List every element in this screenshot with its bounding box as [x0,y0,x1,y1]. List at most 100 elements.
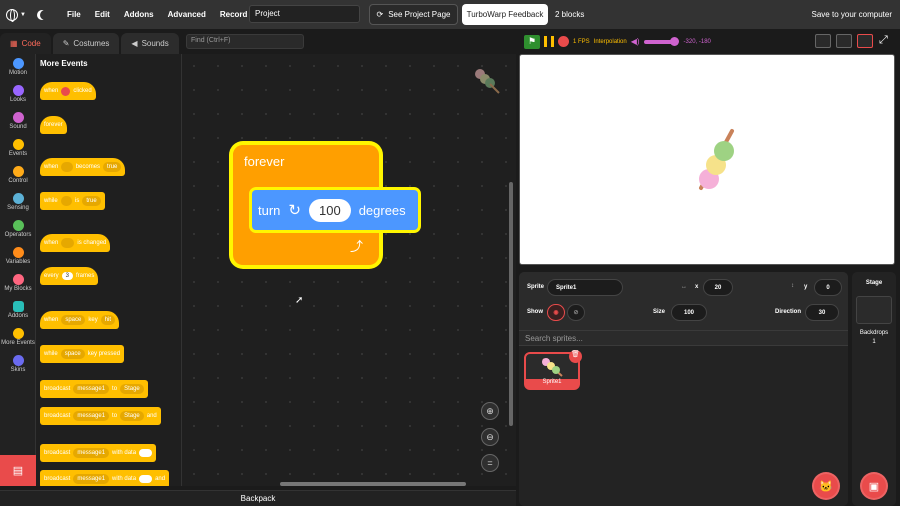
degrees-input[interactable]: 100 [308,198,351,222]
pause-button[interactable] [544,36,554,47]
script-workspace[interactable]: forever turn ↻ 100 degrees ⤴ ➚ ⊕ ⊖ = [182,54,516,486]
volume-icon[interactable]: ◀) [631,37,640,46]
zoom-out-button[interactable]: ⊖ [481,428,499,446]
fullscreen-icon[interactable]: ⤢ [879,34,888,47]
category-control[interactable]: Control [0,166,36,184]
category-more-events[interactable]: More Events [0,328,36,346]
category-dot [12,85,24,96]
category-skins[interactable]: Skins [0,355,36,373]
category-dot [12,166,24,177]
block-when-flag-clicked[interactable]: when clicked [40,82,96,100]
dropdown[interactable]: space [60,349,85,359]
block-when-becomes[interactable]: when becomes true [40,158,126,176]
dropdown[interactable]: Stage [120,411,144,421]
tab-sounds[interactable]: ◀ Sounds [121,33,179,54]
dropdown[interactable]: hit [100,315,116,325]
direction-input[interactable]: 30 [805,304,839,321]
menu-advanced[interactable]: Advanced [161,10,213,19]
tab-costumes[interactable]: ✎ Costumes [52,33,120,54]
category-events[interactable]: Events [0,139,36,157]
volume-slider[interactable] [643,36,679,46]
dropdown[interactable]: space [61,315,86,325]
boolean-slot[interactable] [61,162,73,172]
block-when-is-changed[interactable]: when is changed [40,234,111,252]
show-label: Show [527,309,543,315]
category-motion[interactable]: Motion [0,58,36,76]
dropdown[interactable]: message1 [73,474,110,484]
text-input[interactable] [139,475,153,483]
dropdown[interactable]: true [82,196,101,206]
cat-face-icon: 🐱 [819,480,833,493]
show-sprite-eye-button[interactable]: ◉ [547,304,565,321]
block-while-is[interactable]: while is true [40,192,105,210]
category-operators[interactable]: Operators [0,220,36,238]
globe-icon[interactable] [6,8,18,22]
project-title-input[interactable]: Project [249,5,360,23]
workspace-horizontal-scrollbar[interactable] [280,482,466,486]
block-text: to [112,413,118,419]
interpolation-indicator: Interpolation [593,38,627,45]
block-while-key-pressed[interactable]: while space key pressed [40,345,125,363]
x-input[interactable]: 20 [703,279,733,296]
block-every-frames[interactable]: every 3 frames [40,267,99,285]
category-looks[interactable]: Looks [0,85,36,103]
save-button[interactable]: Save to your computer [812,10,892,19]
workspace-vertical-scrollbar[interactable] [509,182,513,426]
stage-canvas[interactable] [519,54,895,265]
add-backdrop-button[interactable]: ▣ [860,472,888,500]
turn-block[interactable]: turn ↻ 100 degrees [252,190,418,230]
category-sound[interactable]: Sound [0,112,36,130]
zoom-in-button[interactable]: ⊕ [481,402,499,420]
tab-code[interactable]: ▦ Code [0,33,51,54]
category-my-blocks[interactable]: My Blocks [0,274,36,292]
dropdown[interactable]: message1 [73,384,110,394]
block-broadcast-with-data[interactable]: broadcast message1 with data [40,444,157,462]
dropdown[interactable]: message1 [73,411,110,421]
category-dot [12,193,24,204]
dropdown[interactable]: Stage [120,384,144,394]
boolean-slot[interactable] [60,196,73,206]
search-sprites-input[interactable]: Search sprites... [519,330,848,346]
menu-file[interactable]: File [60,10,88,19]
small-stage-button[interactable] [836,34,852,48]
menu-edit[interactable]: Edit [88,10,117,19]
hide-sprite-eye-button[interactable]: ⊘ [567,304,585,321]
stop-button[interactable] [558,36,569,47]
add-sprite-button[interactable]: 🐱 [812,472,840,500]
forever-block[interactable]: forever [233,145,373,190]
y-input[interactable]: 0 [814,279,842,296]
feedback-button[interactable]: TurboWarp Feedback [462,4,548,25]
console-button[interactable] [815,34,831,48]
green-flag-button[interactable]: ⚑ [524,34,540,49]
zoom-reset-button[interactable]: = [481,454,499,472]
size-input[interactable]: 100 [671,304,707,321]
category-addons[interactable]: Addons [0,301,36,319]
sprite-tile[interactable]: Sprite1 🗑 [524,350,582,390]
volume-slider-thumb[interactable] [669,36,679,46]
delete-sprite-button[interactable]: 🗑 [569,350,582,363]
add-extension-button[interactable]: ▤ [0,455,36,486]
value-slot[interactable] [61,238,75,248]
theme-moon-icon[interactable] [40,10,50,20]
category-sensing[interactable]: Sensing [0,193,36,211]
block-when-key-hit[interactable]: when space key hit [40,311,120,329]
stage-target-pane[interactable]: Stage Backdrops 1 ▣ [852,272,896,506]
block-broadcast-to[interactable]: broadcast message1 to Stage [40,380,148,398]
stage-thumbnail[interactable] [856,296,892,324]
dropdown[interactable]: message1 [73,448,110,458]
find-input[interactable]: Find (Ctrl+F) [186,34,304,49]
block-forever-hat[interactable]: forever [40,116,67,134]
category-variables[interactable]: Variables [0,247,36,265]
y-arrows-icon: ↕ [791,283,794,289]
block-broadcast-to-and[interactable]: broadcast message1 to Stage and [40,407,161,425]
number-input[interactable]: 3 [61,272,74,280]
dropdown[interactable]: true [103,162,122,172]
block-broadcast-with-data-and[interactable]: broadcast message1 with data and [40,470,170,486]
backpack-bar[interactable]: Backpack [0,490,516,506]
large-stage-button[interactable] [857,34,873,48]
speaker-icon: ◀ [131,39,138,48]
sprite-name-input[interactable]: Sprite1 [547,279,623,296]
see-project-page-button[interactable]: ⟳ See Project Page [369,4,458,25]
text-input[interactable] [139,449,153,457]
menu-addons[interactable]: Addons [117,10,161,19]
